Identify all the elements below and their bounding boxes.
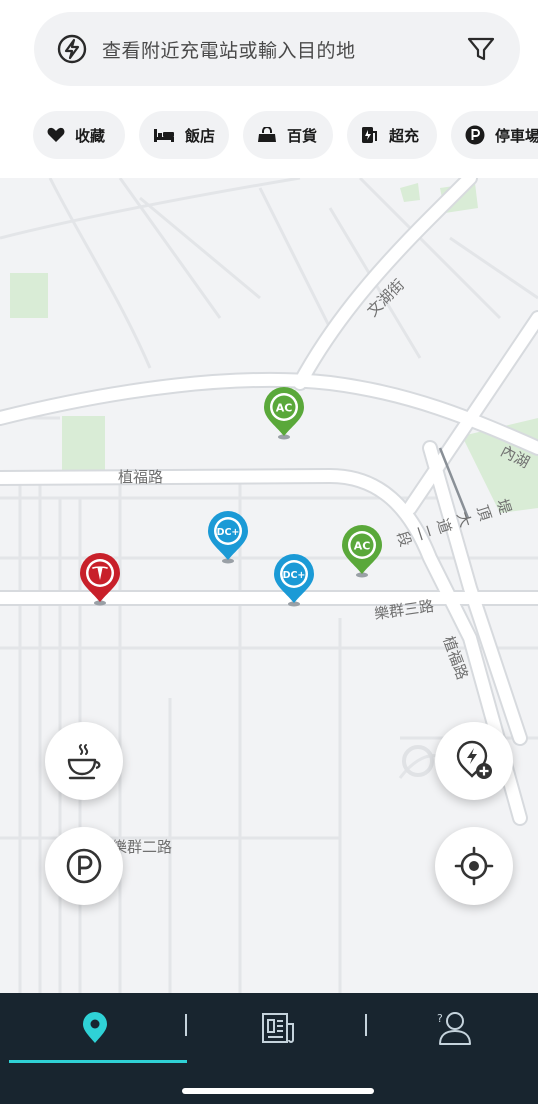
dc-charger-marker[interactable]: DC+ <box>272 553 316 607</box>
nav-account-tab[interactable]: ? <box>367 993 538 1063</box>
chip-favorites[interactable]: 收藏 <box>33 111 125 159</box>
street-label: 植福路 <box>118 468 164 486</box>
parking-icon <box>465 125 485 145</box>
dc-charger-marker[interactable]: DC+ <box>206 510 250 564</box>
locate-me-button[interactable] <box>435 827 513 905</box>
filter-icon[interactable] <box>466 34 496 64</box>
coffee-cup-icon <box>67 744 101 780</box>
nav-map-tab[interactable] <box>0 993 190 1063</box>
ac-charger-marker[interactable]: AC <box>340 524 384 578</box>
add-charger-button[interactable] <box>435 722 513 800</box>
shopping-bag-icon <box>258 127 276 142</box>
search-bar[interactable]: 查看附近充電站或輸入目的地 <box>34 12 520 86</box>
home-indicator <box>182 1088 374 1094</box>
map-view[interactable]: 文湖街 植福路 樂群三路 植福路 堤頂大道二段 內湖 樂群二路 AC DC+ D… <box>0 178 538 993</box>
nav-news-tab[interactable] <box>190 993 365 1063</box>
crosshair-icon <box>454 846 494 886</box>
svg-text:?: ? <box>437 1012 443 1025</box>
nav-active-indicator <box>9 1060 187 1063</box>
svg-text:AC: AC <box>354 540 371 553</box>
category-chips: 收藏 飯店 百貨 超充 停車場 <box>0 111 538 165</box>
chip-parking[interactable]: 停車場 <box>451 111 538 159</box>
svg-text:AC: AC <box>276 402 293 415</box>
ac-charger-marker[interactable]: AC <box>262 386 306 440</box>
chip-supercharger[interactable]: 超充 <box>347 111 437 159</box>
supercharger-icon <box>362 127 377 143</box>
add-charger-icon <box>456 740 492 779</box>
chip-label: 百貨 <box>287 126 318 145</box>
parking-icon <box>66 848 102 884</box>
charger-bolt-icon <box>57 34 87 64</box>
chip-label: 停車場 <box>495 126 538 145</box>
bed-icon <box>154 129 174 142</box>
chip-label: 收藏 <box>75 126 106 145</box>
svg-text:DC+: DC+ <box>217 527 240 538</box>
parking-button[interactable] <box>45 827 123 905</box>
user-help-icon: ? <box>437 1012 471 1045</box>
map-pin-icon <box>83 1012 107 1043</box>
heart-icon <box>47 127 65 142</box>
search-placeholder[interactable]: 查看附近充電站或輸入目的地 <box>102 36 466 63</box>
chip-label: 飯店 <box>185 126 216 145</box>
cafe-button[interactable] <box>45 722 123 800</box>
tesla-charger-marker[interactable] <box>78 552 122 606</box>
chip-hotel[interactable]: 飯店 <box>139 111 229 159</box>
svg-text:DC+: DC+ <box>283 570 306 581</box>
news-icon <box>261 1013 294 1043</box>
app-root: 查看附近充電站或輸入目的地 收藏 飯店 百貨 超充 停車場 文湖街 植福路 樂群… <box>0 0 538 1104</box>
nav-separator <box>185 1014 187 1036</box>
chip-label: 超充 <box>389 126 420 145</box>
chip-department-store[interactable]: 百貨 <box>243 111 333 159</box>
